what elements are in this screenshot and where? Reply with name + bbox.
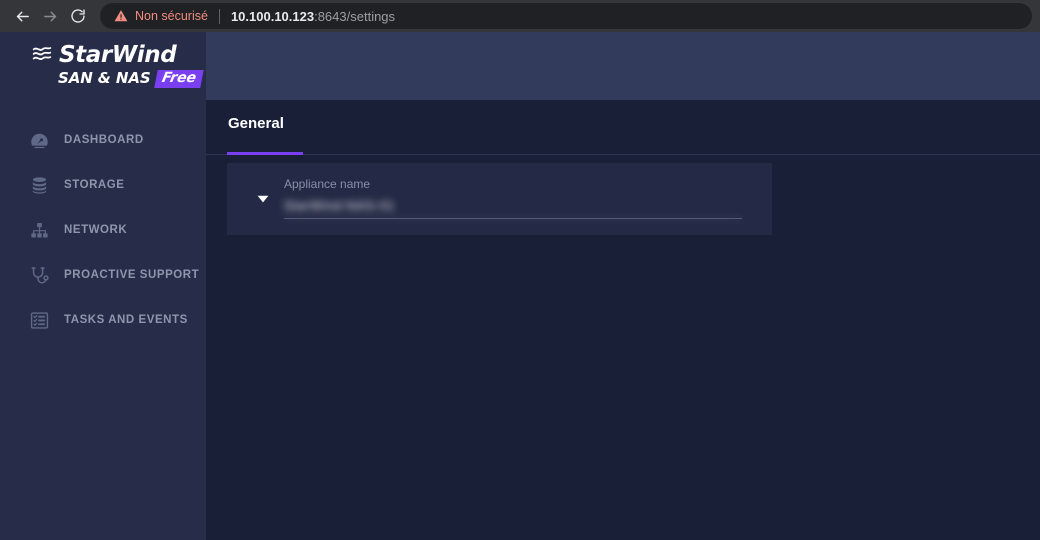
- reload-button[interactable]: [64, 2, 92, 30]
- appliance-name-underline: [284, 218, 742, 219]
- sidebar-item-tasks-and-events[interactable]: TASKS AND EVENTS: [0, 306, 206, 334]
- url-host: 10.100.10.123: [230, 8, 315, 24]
- security-status-label: Non sécurisé: [135, 9, 208, 23]
- sidebar-item-proactive-support[interactable]: PROACTIVE SUPPORT: [0, 261, 206, 289]
- caret-down-icon[interactable]: [254, 190, 272, 208]
- tab-active-indicator: [227, 152, 303, 155]
- appliance-name-field: Appliance name: [284, 173, 742, 225]
- sidebar-item-network[interactable]: NETWORK: [0, 216, 206, 244]
- gauge-icon: [28, 129, 50, 151]
- brand-logo-primary: StarWind: [32, 44, 206, 67]
- sidebar: StarWind SAN & NAS Free DASHBOARD STORAG…: [0, 32, 206, 540]
- brand-name: StarWind: [59, 42, 177, 68]
- wave-logo-icon: [32, 45, 52, 67]
- sidebar-item-dashboard[interactable]: DASHBOARD: [0, 126, 206, 154]
- database-stack-icon: [28, 174, 50, 196]
- sitemap-icon: [28, 219, 50, 241]
- arrow-left-icon: [14, 8, 31, 25]
- sidebar-item-label: PROACTIVE SUPPORT: [64, 269, 200, 281]
- address-bar[interactable]: Non sécurisé 10.100.10.123:8643/settings: [100, 3, 1032, 29]
- brand-subtitle: SAN & NAS: [58, 69, 151, 88]
- reload-icon: [70, 8, 86, 24]
- warning-triangle-icon: [114, 9, 128, 23]
- edition-badge: Free: [153, 70, 204, 88]
- app-root: Non sécurisé 10.100.10.123:8643/settings: [0, 0, 1040, 540]
- url-text: 10.100.10.123:8643/settings: [231, 9, 1018, 24]
- tab-bar: General: [206, 100, 1040, 155]
- checklist-icon: [28, 309, 50, 331]
- back-button[interactable]: [8, 2, 36, 30]
- arrow-right-icon: [42, 8, 59, 25]
- appliance-name-input[interactable]: [284, 197, 742, 219]
- appliance-settings-card: Appliance name: [227, 163, 772, 235]
- tab-general[interactable]: General: [228, 115, 284, 132]
- url-path: :8643/settings: [314, 8, 396, 24]
- sidebar-item-label: STORAGE: [64, 179, 125, 191]
- stethoscope-icon: [28, 264, 50, 286]
- forward-button[interactable]: [36, 2, 64, 30]
- sidebar-nav: DASHBOARD STORAGE NETWORK PROACTIVE SUPP…: [0, 126, 206, 334]
- top-header-bar: [206, 32, 1040, 100]
- settings-content: General Appliance name: [206, 100, 1040, 540]
- appliance-name-label: Appliance name: [284, 177, 371, 191]
- browser-toolbar: Non sécurisé 10.100.10.123:8643/settings: [0, 0, 1040, 32]
- sidebar-item-label: DASHBOARD: [64, 134, 144, 146]
- brand-logo[interactable]: StarWind SAN & NAS Free: [0, 32, 206, 100]
- sidebar-item-storage[interactable]: STORAGE: [0, 171, 206, 199]
- sidebar-item-label: NETWORK: [64, 224, 128, 236]
- app-body: StarWind SAN & NAS Free DASHBOARD STORAG…: [0, 32, 1040, 540]
- main-area: General Appliance name: [206, 32, 1040, 540]
- omnibox-divider: [218, 8, 220, 24]
- brand-logo-secondary: SAN & NAS Free: [58, 70, 206, 88]
- sidebar-item-label: TASKS AND EVENTS: [64, 314, 188, 326]
